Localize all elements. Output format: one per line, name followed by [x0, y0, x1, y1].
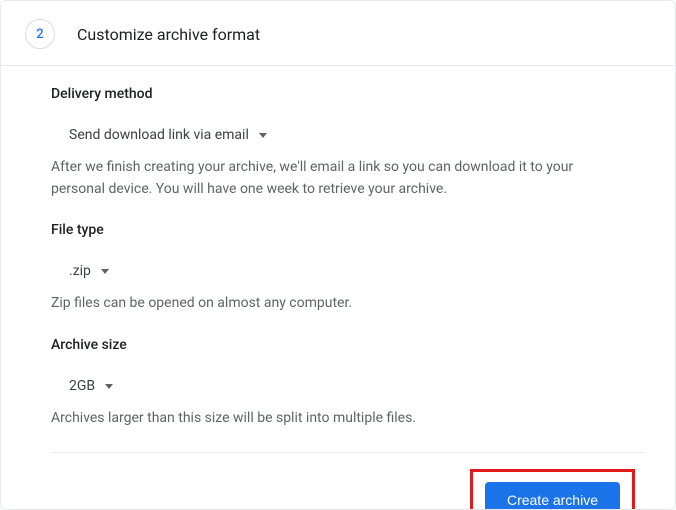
action-row: Create archive	[51, 469, 645, 510]
caret-down-icon	[101, 269, 109, 274]
section-divider	[51, 452, 645, 453]
highlight-annotation: Create archive	[470, 469, 635, 510]
archive-size-value: 2GB	[69, 378, 95, 394]
archive-size-select[interactable]: 2GB	[51, 378, 113, 394]
archive-size-description: Archives larger than this size will be s…	[51, 408, 611, 430]
file-type-description: Zip files can be opened on almost any co…	[51, 293, 611, 315]
step-title: Customize archive format	[77, 25, 260, 44]
step-number-badge: 2	[25, 19, 55, 49]
form-content: Delivery method Send download link via e…	[1, 66, 675, 510]
step-header: 2 Customize archive format	[1, 1, 675, 65]
wizard-panel: 2 Customize archive format Delivery meth…	[0, 0, 676, 510]
delivery-method-value: Send download link via email	[69, 127, 249, 143]
caret-down-icon	[105, 384, 113, 389]
file-type-value: .zip	[69, 263, 91, 279]
delivery-method-select[interactable]: Send download link via email	[51, 127, 267, 143]
delivery-method-description: After we finish creating your archive, w…	[51, 157, 611, 200]
delivery-method-label: Delivery method	[51, 86, 645, 102]
file-type-select[interactable]: .zip	[51, 263, 109, 279]
caret-down-icon	[259, 133, 267, 138]
create-archive-button[interactable]: Create archive	[485, 482, 620, 510]
file-type-label: File type	[51, 222, 645, 238]
archive-size-label: Archive size	[51, 337, 645, 353]
